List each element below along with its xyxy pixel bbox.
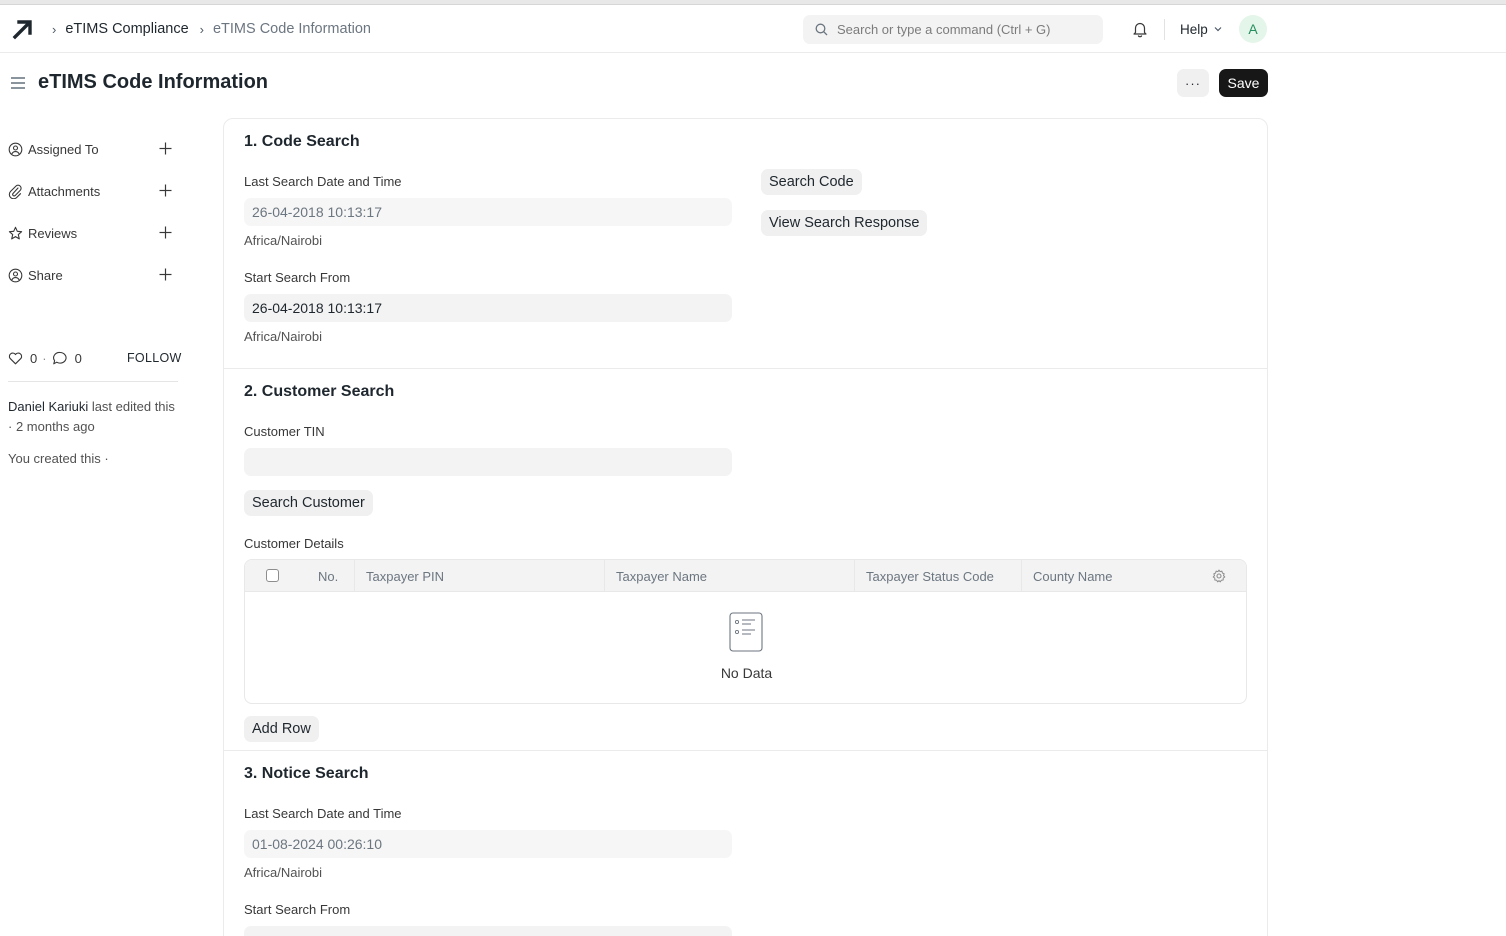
column-header-taxpayer-name: Taxpayer Name: [616, 569, 708, 584]
navbar-divider: [1164, 19, 1165, 40]
timezone-label: Africa/Nairobi: [244, 329, 323, 344]
notice-last-search-date-field[interactable]: 01-08-2024 00:26:10: [244, 830, 732, 858]
save-button[interactable]: Save: [1219, 69, 1268, 97]
start-search-from-label: Start Search From: [244, 270, 351, 285]
section-divider: [224, 368, 1267, 369]
more-actions-button[interactable]: ···: [1177, 69, 1209, 97]
last-search-date-field[interactable]: 26-04-2018 10:13:17: [244, 198, 732, 226]
sidebar-item-reviews[interactable]: Reviews: [8, 212, 178, 254]
paperclip-icon: [8, 184, 22, 199]
sidebar-item-share[interactable]: Share: [8, 254, 178, 296]
search-input[interactable]: Search or type a command (Ctrl + G): [803, 15, 1103, 44]
sidebar-item-label: Share: [28, 267, 63, 283]
timezone-label: Africa/Nairobi: [244, 865, 323, 880]
empty-list-icon: [729, 612, 763, 652]
help-dropdown[interactable]: Help: [1180, 5, 1223, 53]
form-sidebar: Assigned To Attachments Reviews Share: [8, 128, 178, 296]
section-divider: [224, 750, 1267, 751]
navbar: › eTIMS Compliance › eTIMS Code Informat…: [0, 5, 1506, 53]
breadcrumb-current[interactable]: eTIMS Code Information: [213, 21, 371, 37]
avatar[interactable]: A: [1239, 15, 1267, 43]
help-label: Help: [1180, 21, 1208, 37]
column-divider: [854, 560, 855, 592]
customer-details-table: No. Taxpayer PIN Taxpayer Name Taxpayer …: [244, 559, 1247, 704]
customer-tin-label: Customer TIN: [244, 424, 325, 439]
star-icon: [8, 226, 23, 239]
app-logo-icon[interactable]: [12, 18, 34, 40]
notification-bell-icon[interactable]: [1131, 20, 1149, 38]
column-divider: [354, 560, 355, 592]
column-header-no: No.: [318, 569, 339, 584]
heart-icon[interactable]: [8, 351, 23, 365]
comment-icon[interactable]: [52, 351, 68, 366]
sidebar-item-label: Attachments: [28, 183, 101, 199]
column-header-taxpayer-pin: Taxpayer PIN: [366, 569, 445, 584]
customer-tin-field[interactable]: [244, 448, 732, 476]
search-icon: [815, 23, 828, 36]
plus-icon[interactable]: [158, 141, 173, 156]
plus-icon[interactable]: [158, 267, 173, 282]
column-header-taxpayer-status-code: Taxpayer Status Code: [866, 569, 994, 584]
form-card: 1. Code Search Last Search Date and Time…: [223, 118, 1268, 936]
start-search-from-field[interactable]: 26-04-2018 10:13:17: [244, 294, 732, 322]
comments-count: 0: [74, 350, 82, 366]
plus-icon[interactable]: [158, 225, 173, 240]
column-divider: [1021, 560, 1022, 592]
breadcrumb: › eTIMS Compliance › eTIMS Code Informat…: [50, 5, 371, 53]
select-all-checkbox[interactable]: [266, 569, 279, 582]
sidebar-toggle-icon[interactable]: [10, 75, 26, 91]
sidebar-divider: [8, 381, 178, 382]
no-data-text: No Data: [720, 665, 773, 681]
section-title-customer-search: 2. Customer Search: [244, 383, 395, 400]
notice-start-search-from-field[interactable]: [244, 926, 732, 936]
add-row-button[interactable]: Add Row: [244, 716, 319, 742]
gear-icon[interactable]: [1212, 569, 1226, 583]
sidebar-item-label: Reviews: [28, 225, 78, 241]
stats-dot: ·: [42, 350, 47, 366]
form-stats: 0 · 0 FOLLOW: [8, 348, 181, 368]
sidebar-item-assigned-to[interactable]: Assigned To: [8, 128, 178, 170]
chevron-right-icon: ›: [199, 21, 204, 37]
assign-icon: [8, 142, 23, 156]
page-title: eTIMS Code Information: [38, 71, 268, 93]
chevron-right-icon: ›: [52, 21, 57, 37]
likes-count: 0: [30, 350, 38, 366]
column-header-county-name: County Name: [1033, 569, 1113, 584]
sidebar-item-label: Assigned To: [28, 141, 99, 157]
search-code-button[interactable]: Search Code: [761, 169, 862, 195]
chevron-down-icon: [1214, 27, 1222, 32]
search-placeholder: Search or type a command (Ctrl + G): [837, 22, 1051, 37]
last-search-date-label: Last Search Date and Time: [244, 174, 402, 189]
table-header: No. Taxpayer PIN Taxpayer Name Taxpayer …: [245, 560, 1246, 592]
view-search-response-button[interactable]: View Search Response: [761, 210, 928, 236]
sidebar-item-attachments[interactable]: Attachments: [8, 170, 178, 212]
section-title-code-search: 1. Code Search: [244, 133, 360, 150]
search-customer-button[interactable]: Search Customer: [244, 490, 373, 516]
follow-button[interactable]: FOLLOW: [127, 351, 182, 365]
editor-name[interactable]: Daniel Kariuki: [8, 399, 88, 414]
column-divider: [604, 560, 605, 592]
timezone-label: Africa/Nairobi: [244, 233, 323, 248]
notice-start-search-from-label: Start Search From: [244, 902, 351, 917]
breadcrumb-module[interactable]: eTIMS Compliance: [65, 21, 188, 37]
share-icon: [8, 268, 23, 282]
customer-details-label: Customer Details: [244, 536, 344, 551]
plus-icon[interactable]: [158, 183, 173, 198]
last-edited-info: Daniel Kariuki last edited this · 2 mont…: [8, 397, 178, 437]
notice-last-search-date-label: Last Search Date and Time: [244, 806, 402, 821]
section-title-notice-search: 3. Notice Search: [244, 765, 369, 782]
created-info: You created this ·: [8, 451, 109, 466]
